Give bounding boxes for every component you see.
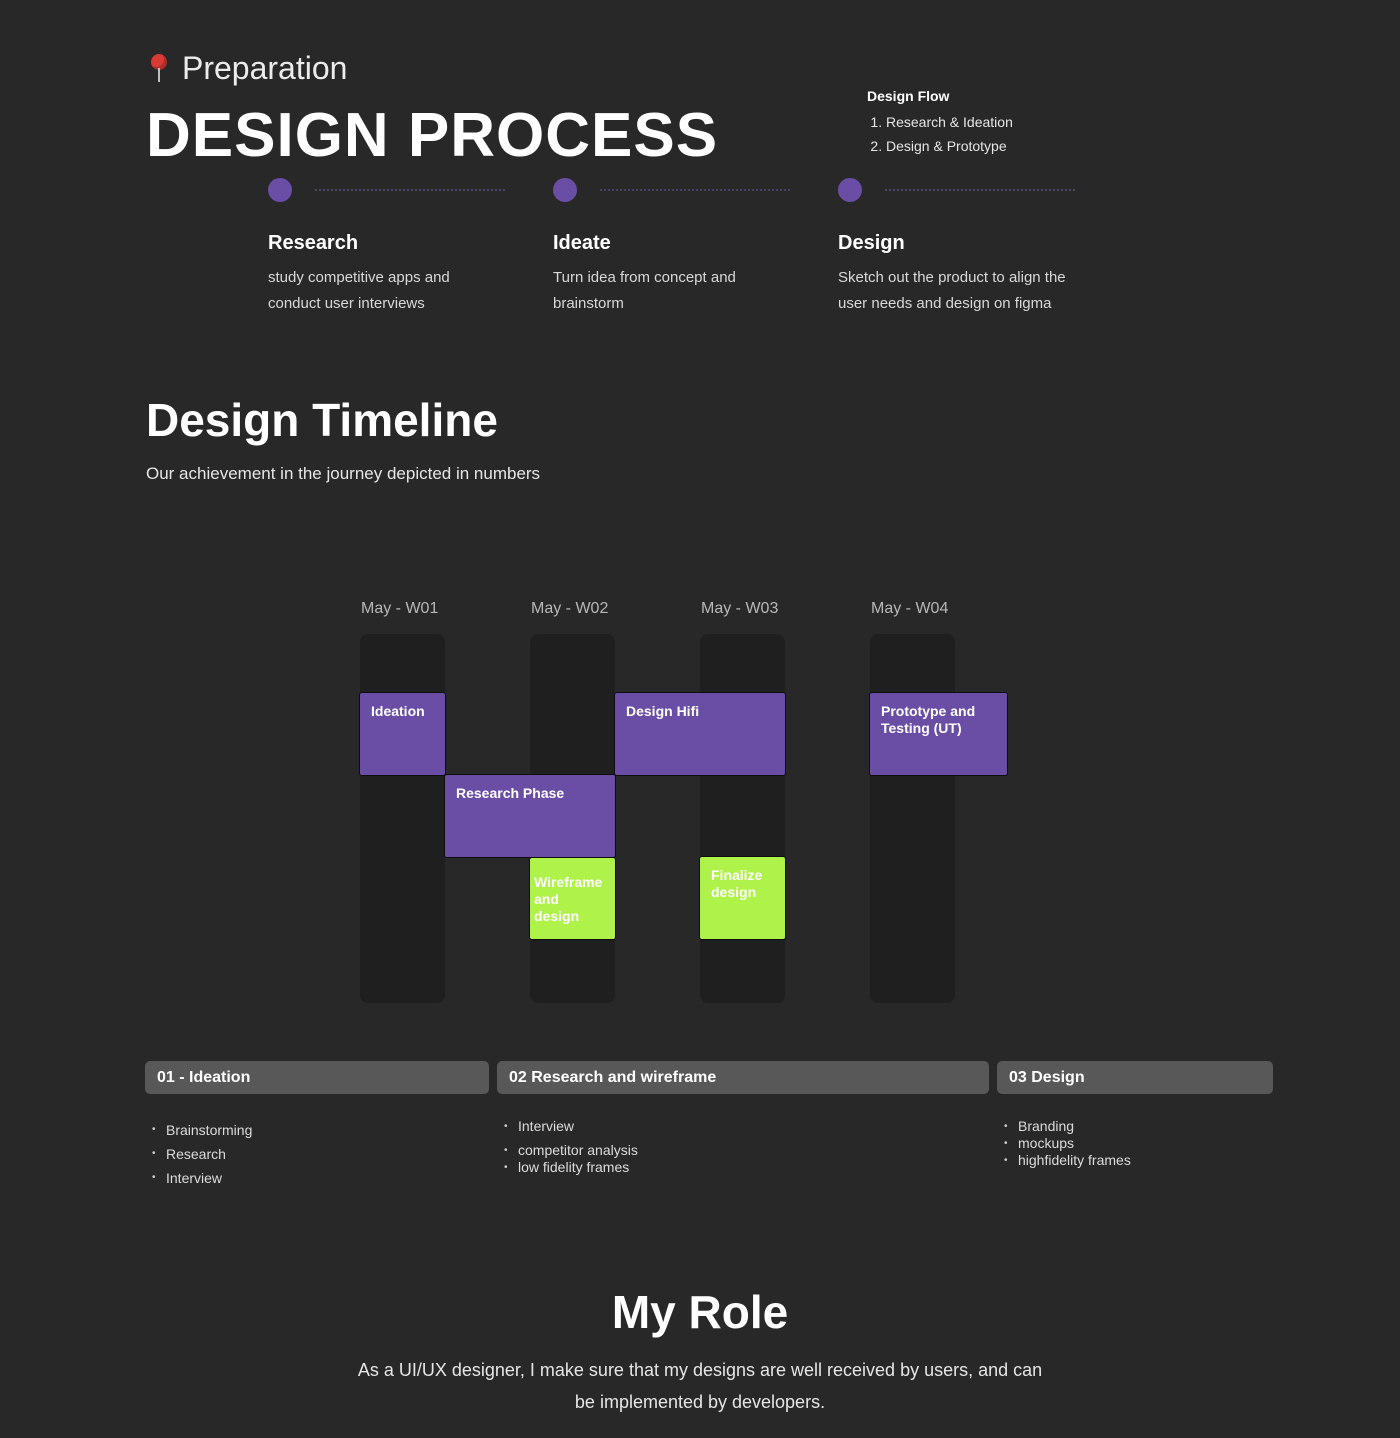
task-label-line: Testing (UT): [881, 720, 962, 736]
step-description: Turn idea from concept and brainstorm: [553, 265, 813, 317]
design-flow-heading: Design Flow: [867, 88, 950, 104]
task-wireframe-design[interactable]: Wireframe and design: [529, 857, 616, 940]
week-label: May - W04: [871, 600, 949, 617]
list-item: Interview: [498, 1118, 638, 1135]
step-desc-line: Sketch out the product to align the: [838, 269, 1066, 286]
step-description: study competitive apps and conduct user …: [268, 265, 528, 317]
step-design: Design Sketch out the product to align t…: [838, 178, 1098, 317]
list-item: Brainstorming: [146, 1118, 252, 1142]
step-dot-icon: [553, 178, 577, 202]
phase-research-header: 02 Research and wireframe: [497, 1061, 989, 1094]
week-column: [360, 634, 445, 1003]
timeline-subtitle: Our achievement in the journey depicted …: [146, 464, 541, 483]
week-column: [870, 634, 955, 1003]
week-column: [700, 634, 785, 1003]
task-finalize-design[interactable]: Finalize design: [699, 856, 786, 940]
design-flow-item: Research & Ideation: [886, 110, 1013, 134]
step-desc-line: user needs and design on figma: [838, 295, 1052, 312]
step-desc-line: conduct user interviews: [268, 295, 425, 312]
task-label-line: Prototype and: [881, 703, 976, 719]
step-dot-icon: [838, 178, 862, 202]
list-item: mockups: [998, 1135, 1131, 1152]
list-item: highfidelity frames: [998, 1152, 1131, 1169]
task-label-line: Wireframe: [534, 874, 603, 890]
page-title: DESIGN PROCESS: [146, 101, 719, 170]
week-label: May - W03: [701, 600, 779, 617]
step-ideate: Ideate Turn idea from concept and brains…: [553, 178, 813, 317]
task-design-hifi[interactable]: Design Hifi: [614, 692, 786, 776]
role-line: As a UI/UX designer, I make sure that my…: [357, 1360, 1043, 1380]
list-item: Interview: [146, 1166, 252, 1190]
list-item: competitor analysis: [498, 1142, 638, 1159]
timeline-title: Design Timeline: [146, 394, 498, 446]
design-flow: Design Flow Research & Ideation Design &…: [867, 88, 1013, 158]
step-desc-line: Turn idea from concept and: [553, 269, 736, 286]
task-prototype-testing[interactable]: Prototype and Testing (UT): [869, 692, 1008, 776]
step-title: Ideate: [553, 232, 611, 254]
step-title: Design: [838, 232, 905, 254]
week-label: May - W01: [361, 600, 439, 617]
phase-ideation-list: Brainstorming Research Interview: [146, 1118, 252, 1190]
design-flow-item: Design & Prototype: [886, 134, 1013, 158]
dotted-connector: [885, 189, 1075, 191]
step-desc-line: study competitive apps and: [268, 269, 450, 286]
task-ideation[interactable]: Ideation: [359, 692, 446, 776]
phase-design-header: 03 Design: [997, 1061, 1273, 1094]
task-label-line: and: [534, 891, 559, 907]
task-label-line: design: [711, 884, 757, 900]
preparation-label: Preparation: [146, 50, 347, 87]
list-item: Branding: [998, 1118, 1131, 1135]
task-label-line: design: [534, 908, 580, 924]
dotted-connector: [600, 189, 790, 191]
role-description: As a UI/UX designer, I make sure that my…: [320, 1354, 1080, 1418]
list-item: low fidelity frames: [498, 1159, 638, 1176]
pushpin-icon: [146, 52, 172, 86]
role-title: My Role: [611, 1286, 789, 1338]
role-line: be implemented by developers.: [574, 1392, 826, 1412]
phase-ideation-header: 01 - Ideation: [145, 1061, 489, 1094]
step-title: Research: [268, 232, 359, 254]
preparation-text: Preparation: [182, 50, 348, 86]
list-item: Research: [146, 1142, 252, 1166]
step-desc-line: brainstorm: [553, 295, 624, 312]
design-flow-list: Research & Ideation Design & Prototype: [867, 110, 1013, 158]
step-research: Research study competitive apps and cond…: [268, 178, 528, 317]
week-label: May - W02: [531, 600, 609, 617]
step-description: Sketch out the product to align the user…: [838, 265, 1098, 317]
step-dot-icon: [268, 178, 292, 202]
dotted-connector: [315, 189, 505, 191]
phase-research-list: Interview competitor analysis low fideli…: [498, 1118, 638, 1176]
task-research-phase[interactable]: Research Phase: [444, 774, 616, 858]
phase-design-list: Branding mockups highfidelity frames: [998, 1118, 1131, 1169]
task-label-line: Finalize: [711, 867, 763, 883]
